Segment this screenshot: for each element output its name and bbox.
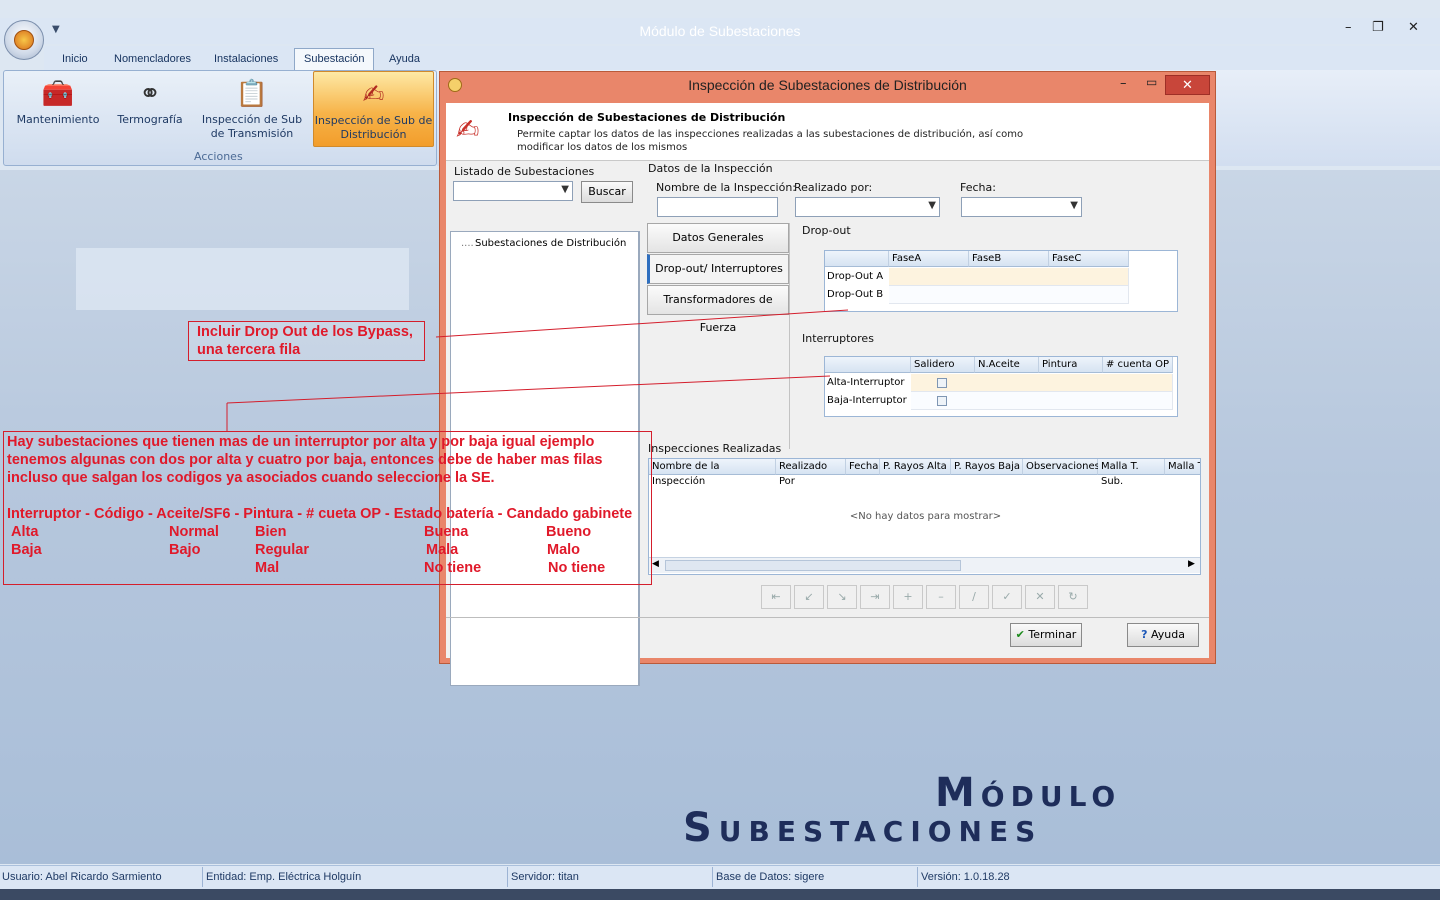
annotation-text-1: Incluir Drop Out de los Bypass, una terc…	[197, 324, 413, 358]
status-separator	[202, 867, 203, 887]
annotation-cell-bueno: Bueno	[546, 524, 592, 540]
annotation-cell-notiene-2: No tiene	[548, 560, 606, 576]
annotation-box-2: Hay subestaciones que tienen mas de un i…	[3, 431, 652, 585]
annotation-cell-mal: Mal	[255, 560, 280, 576]
annotation-box-1: Incluir Drop Out de los Bypass, una terc…	[188, 321, 425, 361]
annotation-cell-mala: Mala	[426, 542, 459, 558]
annotation-cell-normal: Normal	[169, 524, 219, 540]
annotation-cell-baja: Baja	[11, 542, 42, 558]
annotation-cell-notiene-1: No tiene	[424, 560, 482, 576]
annotation-text-2: Hay subestaciones que tienen mas de un i…	[7, 434, 633, 522]
status-usuario: Usuario: Abel Ricardo Sarmiento	[2, 871, 162, 883]
annotation-line-2	[226, 375, 831, 404]
annotation-cell-alta: Alta	[11, 524, 39, 540]
status-separator	[917, 867, 918, 887]
annotation-cell-bien: Bien	[255, 524, 287, 540]
os-taskbar	[0, 889, 1440, 900]
annotation-cell-buena: Buena	[424, 524, 469, 540]
annotation-line-1	[435, 309, 849, 338]
status-version: Versión: 1.0.18.28	[921, 871, 1010, 883]
annotation-cell-malo: Malo	[547, 542, 581, 558]
annotation-cell-bajo: Bajo	[169, 542, 201, 558]
status-bd: Base de Datos: sigere	[716, 871, 825, 883]
status-entidad: Entidad: Emp. Eléctrica Holguín	[206, 871, 362, 883]
status-separator	[712, 867, 713, 887]
status-servidor: Servidor: titan	[511, 871, 579, 883]
status-separator	[507, 867, 508, 887]
annotation-cell-regular: Regular	[255, 542, 309, 558]
